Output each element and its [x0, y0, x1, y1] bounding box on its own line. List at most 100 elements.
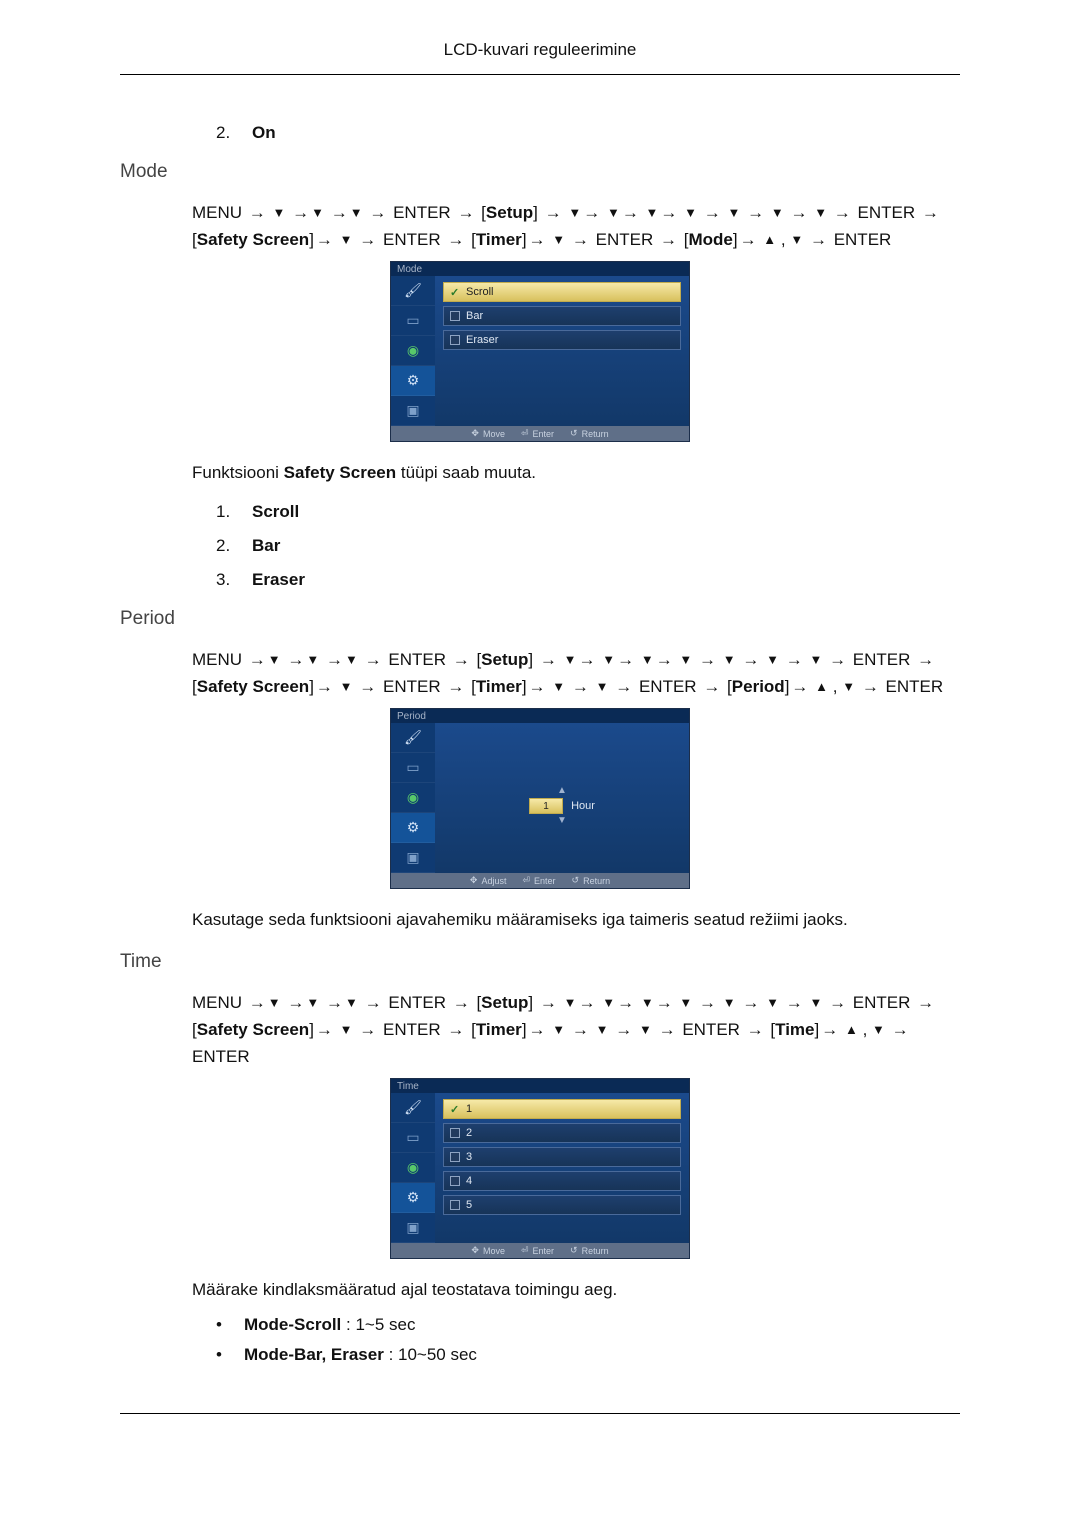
down-icon: ▼: [340, 232, 353, 247]
arrow-icon: →: [285, 993, 306, 1012]
osd-option-label: Scroll: [466, 286, 494, 298]
input-icon: ▭: [406, 1129, 419, 1146]
osd-screenshot-time: Time 🖌 ▭ ◉ ⚙ ▣ ✓1 2 3 4 5 ✥Move ⏎Enter ↺…: [390, 1078, 690, 1259]
nav-timer: Timer: [476, 677, 522, 696]
check-icon: ✓: [450, 1103, 460, 1116]
footer-rule: [120, 1413, 960, 1414]
osd-option-label: Bar: [466, 310, 483, 322]
arrow-icon: →: [247, 650, 268, 669]
arrow-icon: →: [615, 993, 636, 1012]
arrow-icon: →: [543, 203, 564, 222]
arrow-icon: →: [819, 1020, 840, 1039]
return-icon: ↺: [570, 428, 578, 439]
arrow-icon: →: [527, 1020, 548, 1039]
arrow-icon: →: [613, 1020, 634, 1039]
arrow-icon: →: [697, 993, 718, 1012]
checkbox-icon: [450, 1152, 460, 1162]
nav-enter: ENTER: [886, 677, 944, 696]
nav-timer: Timer: [476, 1020, 522, 1039]
osd-option-label: Eraser: [466, 334, 498, 346]
nav-enter: ENTER: [858, 203, 916, 222]
arrow-icon: →: [314, 677, 335, 696]
list-item: 1. Scroll: [216, 502, 960, 522]
section-heading-mode: Mode: [120, 161, 960, 183]
down-icon: ▼: [641, 995, 654, 1010]
down-icon: ▼: [766, 652, 779, 667]
gear-icon: ⚙: [407, 372, 420, 389]
arrow-icon: →: [620, 203, 641, 222]
down-icon: ▼: [268, 995, 281, 1010]
arrow-icon: →: [658, 203, 679, 222]
checkbox-icon: [450, 1176, 460, 1186]
down-icon: ▼: [723, 652, 736, 667]
arrow-icon: →: [832, 203, 853, 222]
down-icon: ▼: [345, 995, 358, 1010]
nav-menu: MENU: [192, 203, 242, 222]
arrow-icon: →: [290, 203, 311, 222]
list-item: 3. Eraser: [216, 570, 960, 590]
arrow-icon: →: [538, 650, 559, 669]
arrow-icon: →: [329, 203, 350, 222]
arrow-icon: →: [314, 230, 335, 249]
down-icon: ▼: [679, 995, 692, 1010]
list-label: On: [252, 123, 276, 143]
down-icon: ▼: [771, 205, 784, 220]
arrow-icon: →: [285, 650, 306, 669]
down-icon: ▼: [646, 205, 659, 220]
arrow-icon: →: [455, 203, 476, 222]
move-icon: ✥: [471, 1245, 479, 1256]
arrow-icon: →: [576, 993, 597, 1012]
arrow-icon: →: [827, 993, 848, 1012]
nav-safety-screen: Safety Screen: [197, 1020, 309, 1039]
osd-option-label: 1: [466, 1103, 472, 1115]
up-icon: ▲: [763, 232, 776, 247]
osd-footer-enter: Enter: [533, 429, 555, 439]
down-icon: ▼: [311, 205, 324, 220]
up-icon: ▲: [845, 1022, 858, 1037]
osd-option: Eraser: [443, 330, 681, 350]
down-icon: ▼: [639, 1022, 652, 1037]
arrow-icon: →: [570, 230, 591, 249]
down-icon: ▼: [602, 995, 615, 1010]
arrow-icon: →: [451, 993, 472, 1012]
nav-enter: ENTER: [388, 650, 446, 669]
osd-option: 4: [443, 1171, 681, 1191]
osd-footer-enter: Enter: [534, 876, 556, 886]
caption-bold: Safety Screen: [284, 463, 396, 482]
bullet-text: Mode-Scroll : 1~5 sec: [244, 1315, 415, 1335]
bullet-text: Mode-Bar, Eraser : 10~50 sec: [244, 1345, 477, 1365]
input-icon: ▭: [406, 312, 419, 329]
osd-option: 3: [443, 1147, 681, 1167]
down-icon: ▼: [842, 679, 855, 694]
down-icon: ▼: [273, 205, 286, 220]
nav-path-period: MENU →▼ →▼ →▼ → ENTER → [Setup] → ▼→ ▼→ …: [192, 646, 960, 700]
down-icon: ▼: [766, 995, 779, 1010]
adjust-icon: ✥: [470, 875, 478, 886]
nav-enter: ENTER: [383, 230, 441, 249]
return-icon: ↺: [572, 875, 580, 886]
osd-title: Period: [391, 709, 689, 723]
down-icon: ▼: [564, 995, 577, 1010]
check-icon: ✓: [450, 286, 460, 299]
osd-screenshot-mode: Mode 🖌 ▭ ◉ ⚙ ▣ ✓Scroll Bar Eraser ✥Move …: [390, 261, 690, 442]
nav-enter: ENTER: [853, 993, 911, 1012]
osd-option: 2: [443, 1123, 681, 1143]
bullet-bold: Mode-Scroll: [244, 1315, 341, 1334]
osd-unit: Hour: [571, 800, 595, 812]
list-item: • Mode-Scroll : 1~5 sec: [216, 1315, 960, 1335]
osd-option-label: 5: [466, 1199, 472, 1211]
arrow-icon: →: [367, 203, 388, 222]
nav-enter: ENTER: [596, 230, 654, 249]
arrow-icon: →: [445, 677, 466, 696]
down-icon: ▼: [679, 652, 692, 667]
osd-screenshot-period: Period 🖌 ▭ ◉ ⚙ ▣ ▲ 1 Hour ▼: [390, 708, 690, 889]
nav-menu: MENU: [192, 650, 242, 669]
down-icon: ▼: [641, 652, 654, 667]
down-icon: ▼: [607, 205, 620, 220]
arrow-icon: →: [324, 993, 345, 1012]
arrow-icon: →: [827, 650, 848, 669]
arrow-icon: →: [615, 650, 636, 669]
nav-enter: ENTER: [192, 1047, 250, 1066]
pip-icon: ▣: [406, 402, 419, 419]
arrow-icon: →: [915, 650, 936, 669]
